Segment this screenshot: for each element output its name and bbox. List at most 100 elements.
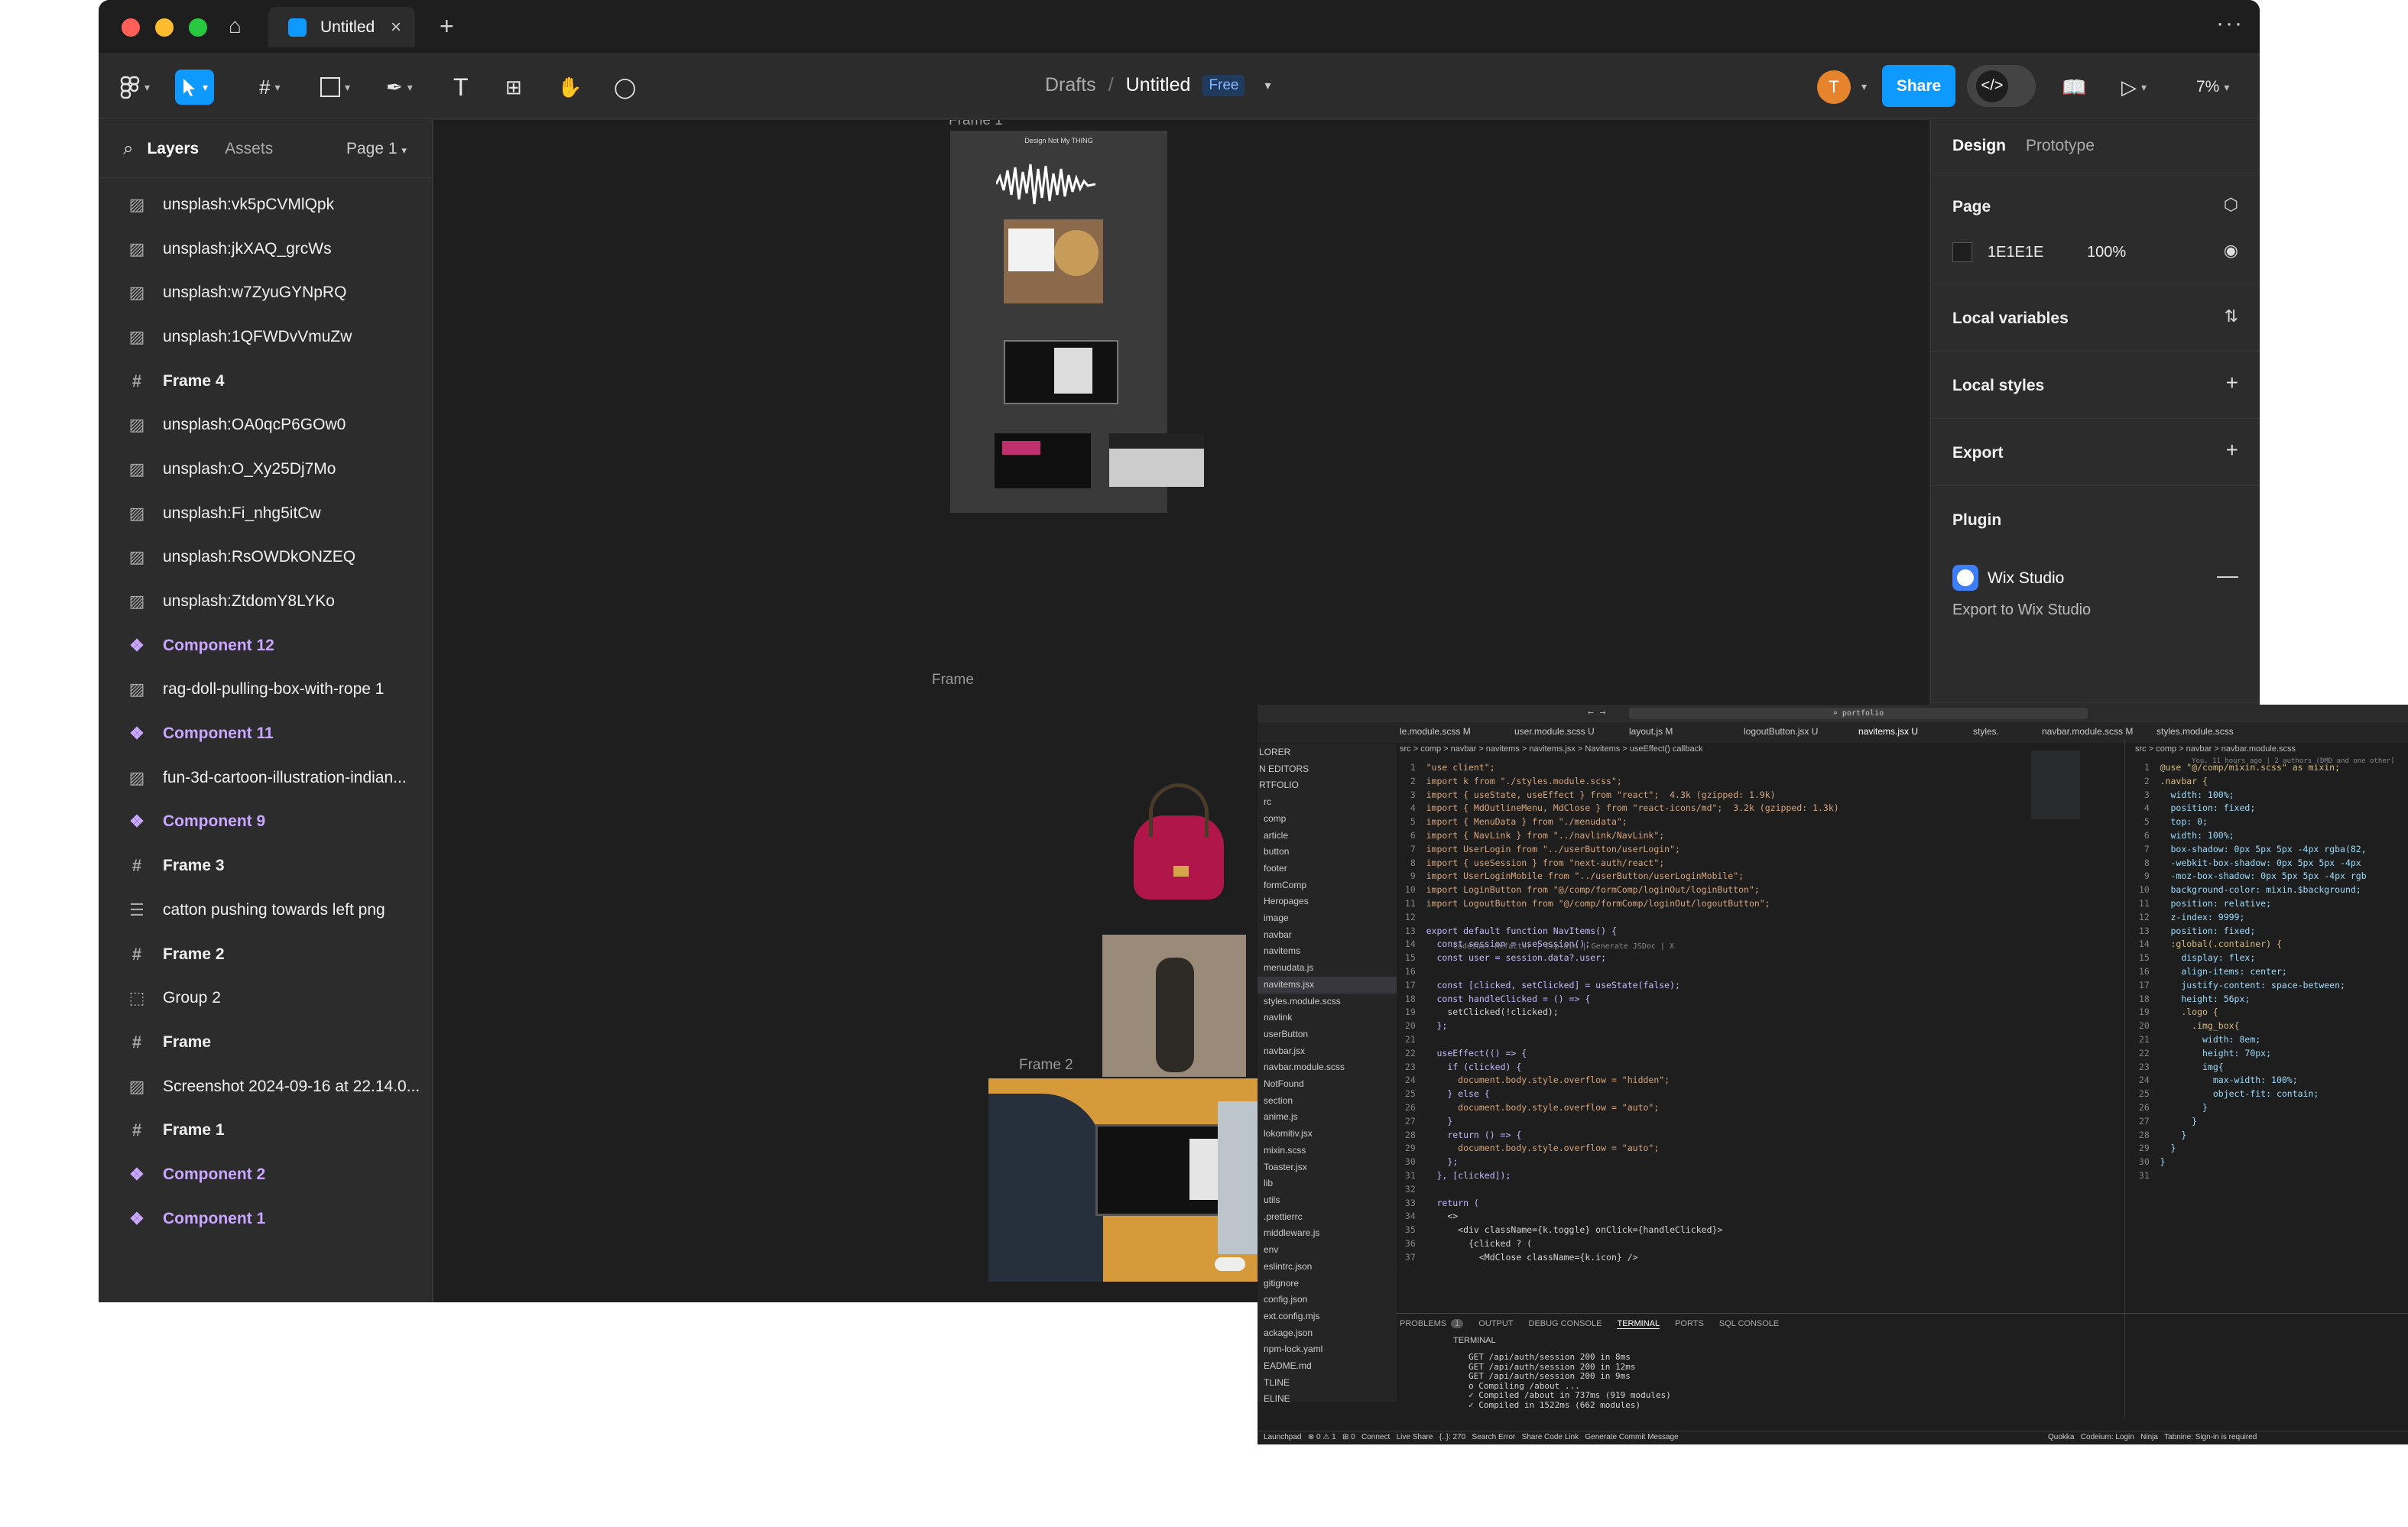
- tab-prototype[interactable]: Prototype: [2026, 137, 2095, 155]
- panel-tab[interactable]: PROBLEMS: [1400, 1319, 1446, 1328]
- explorer-item[interactable]: footer: [1258, 861, 1397, 877]
- panel-tab[interactable]: SQL CONSOLE: [1719, 1319, 1779, 1328]
- layer-row[interactable]: # Frame 4: [99, 359, 432, 404]
- code-editor-right[interactable]: 1 @use "@/comp/mixin.scss" as mixin; 2 .…: [2134, 761, 2367, 1183]
- more-options-icon[interactable]: ···: [2216, 12, 2244, 35]
- variables-icon[interactable]: ⇅: [2225, 306, 2238, 326]
- close-window-button[interactable]: [122, 18, 140, 37]
- file-tab[interactable]: Untitled ×: [268, 7, 415, 47]
- layer-row[interactable]: ▨ unsplash:jkXAQ_grcWs: [99, 227, 432, 271]
- explorer-item[interactable]: navitems.jsx: [1258, 976, 1397, 994]
- close-tab-icon[interactable]: ×: [391, 17, 401, 38]
- explorer-item[interactable]: ELINE: [1258, 1391, 1397, 1402]
- explorer-item[interactable]: comp: [1258, 811, 1397, 828]
- status-left[interactable]: Launchpad ⊗ 0 ⚠ 1 ⊞ 0 Connect Live Share…: [1264, 1433, 1679, 1441]
- codeium-hint[interactable]: Codeium: Refactor | Explain | Generate J…: [1453, 940, 1674, 954]
- explorer-item[interactable]: env: [1258, 1242, 1397, 1259]
- explorer-item[interactable]: eslintrc.json: [1258, 1259, 1397, 1276]
- layer-row[interactable]: ❖ Component 12: [99, 624, 432, 668]
- text-tool-button[interactable]: T: [453, 70, 469, 105]
- library-button[interactable]: 📖: [2062, 70, 2086, 105]
- explorer-item[interactable]: navbar.module.scss: [1258, 1059, 1397, 1076]
- explorer-item[interactable]: styles.module.scss: [1258, 994, 1397, 1010]
- editor-tab[interactable]: le.module.scss M: [1400, 726, 1471, 737]
- explorer-item[interactable]: middleware.js: [1258, 1225, 1397, 1242]
- explorer-item[interactable]: article: [1258, 828, 1397, 845]
- layer-row[interactable]: # Frame 1: [99, 1108, 432, 1153]
- street-fashion-photo[interactable]: [1102, 935, 1246, 1077]
- explorer-item[interactable]: lokomitiv.jsx: [1258, 1126, 1397, 1143]
- zoom-window-button[interactable]: [189, 18, 207, 37]
- layer-row[interactable]: ❖ Component 1: [99, 1197, 432, 1241]
- layer-row[interactable]: ▨ unsplash:O_Xy25Dj7Mo: [99, 447, 432, 491]
- home-icon[interactable]: ⌂: [229, 15, 242, 37]
- panel-tab[interactable]: PORTS: [1675, 1319, 1704, 1328]
- explorer-item[interactable]: npm-lock.yaml: [1258, 1341, 1397, 1358]
- chevron-down-icon[interactable]: ▾: [1861, 80, 1867, 93]
- eye-icon[interactable]: ◉: [2224, 241, 2238, 261]
- explorer-item[interactable]: N EDITORS: [1258, 761, 1397, 778]
- explorer-item[interactable]: Toaster.jsx: [1258, 1159, 1397, 1176]
- tab-assets[interactable]: Assets: [225, 140, 273, 158]
- explorer-item[interactable]: userButton: [1258, 1026, 1397, 1043]
- layer-row[interactable]: ▨ unsplash:RsOWDkONZEQ: [99, 536, 432, 580]
- handbag-image[interactable]: [1118, 777, 1241, 907]
- explorer-item[interactable]: TLINE: [1258, 1375, 1397, 1392]
- layer-row[interactable]: ▨ rag-doll-pulling-box-with-rope 1: [99, 668, 432, 712]
- explorer-item[interactable]: rc: [1258, 794, 1397, 811]
- command-center-search[interactable]: ⌕ portfolio: [1629, 708, 2088, 719]
- page-color-value[interactable]: 1E1E1E: [1988, 244, 2043, 261]
- panel-tab[interactable]: TERMINAL: [1617, 1319, 1660, 1329]
- explorer-item[interactable]: gitignore: [1258, 1276, 1397, 1292]
- explorer-item[interactable]: LORER: [1258, 744, 1397, 761]
- explorer-item[interactable]: EADME.md: [1258, 1358, 1397, 1375]
- collapse-plugin-icon[interactable]: —: [2217, 563, 2238, 588]
- editor-tab[interactable]: user.module.scss U: [1514, 726, 1595, 737]
- layer-row[interactable]: # Frame: [99, 1020, 432, 1065]
- layer-row[interactable]: ▨ unsplash:OA0qcP6GOw0: [99, 403, 432, 447]
- page-opacity-value[interactable]: 100%: [2087, 244, 2126, 261]
- terminal-output[interactable]: GET /api/auth/session 200 in 8ms GET /api…: [1468, 1352, 1671, 1410]
- share-button[interactable]: Share: [1882, 65, 1955, 107]
- explorer-item[interactable]: RTFOLIO: [1258, 777, 1397, 794]
- explorer-item[interactable]: lib: [1258, 1175, 1397, 1192]
- layer-row[interactable]: ▨ unsplash:w7ZyuGYNpRQ: [99, 271, 432, 315]
- editor-tab[interactable]: styles.: [1973, 726, 1999, 737]
- layer-row[interactable]: ▨ unsplash:Fi_nhg5itCw: [99, 491, 432, 536]
- layer-row[interactable]: ⬚ Group 2: [99, 976, 432, 1020]
- layer-row[interactable]: # Frame 3: [99, 844, 432, 888]
- explorer-item[interactable]: anime.js: [1258, 1109, 1397, 1126]
- layer-row[interactable]: ❖ Component 2: [99, 1153, 432, 1197]
- layer-row[interactable]: # Frame 2: [99, 932, 432, 977]
- explorer-item[interactable]: navbar.jsx: [1258, 1043, 1397, 1060]
- page-settings-icon[interactable]: ⬡: [2224, 195, 2238, 215]
- status-right[interactable]: Quokka Codeium: Login Ninja Tabnine: Sig…: [2048, 1433, 2257, 1441]
- tab-layers[interactable]: Layers: [147, 140, 199, 158]
- comment-tool-button[interactable]: ◯: [614, 70, 636, 105]
- panel-tab[interactable]: DEBUG CONSOLE: [1529, 1319, 1602, 1328]
- plugin-name[interactable]: Wix Studio: [1988, 569, 2064, 588]
- explorer-item[interactable]: ext.config.mjs: [1258, 1308, 1397, 1325]
- move-tool-button[interactable]: ▾: [175, 70, 215, 105]
- tab-design[interactable]: Design: [1952, 137, 2006, 155]
- layer-row[interactable]: ❖ Component 9: [99, 800, 432, 845]
- editor-tab[interactable]: layout.js M: [1629, 726, 1673, 737]
- explorer-item[interactable]: image: [1258, 910, 1397, 927]
- panel-tab[interactable]: OUTPUT: [1478, 1319, 1513, 1328]
- frame-label[interactable]: Frame: [932, 672, 974, 689]
- editor-tab[interactable]: navitems.jsx U: [1858, 726, 1918, 737]
- explorer-item[interactable]: ackage.json: [1258, 1325, 1397, 1342]
- explorer-item[interactable]: navitems: [1258, 943, 1397, 960]
- minimap[interactable]: [2031, 751, 2080, 819]
- explorer-item[interactable]: Heropages: [1258, 893, 1397, 910]
- frame-2-label[interactable]: Frame 2: [1019, 1057, 1073, 1074]
- drafts-link[interactable]: Drafts: [1045, 74, 1096, 96]
- code-editor-left[interactable]: 1 "use client"; 2 import k from "./style…: [1400, 761, 1839, 1264]
- explorer-item[interactable]: navlink: [1258, 1010, 1397, 1026]
- layer-row[interactable]: ▨ fun-3d-cartoon-illustration-indian...: [99, 756, 432, 800]
- file-name[interactable]: Untitled: [1126, 74, 1191, 96]
- editor-tab[interactable]: navbar.module.scss M: [2042, 726, 2133, 737]
- frame-1-label[interactable]: Frame 1: [949, 120, 1003, 129]
- dev-mode-toggle[interactable]: </>: [1967, 65, 2036, 107]
- explorer-item[interactable]: menudata.js: [1258, 960, 1397, 977]
